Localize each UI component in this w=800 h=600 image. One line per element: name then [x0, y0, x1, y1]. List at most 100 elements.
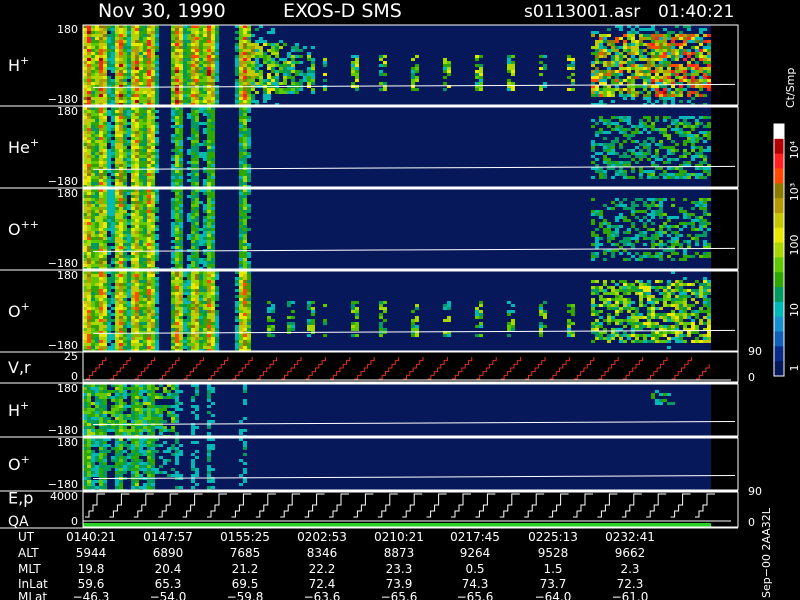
colorbar-label: 10³ — [788, 183, 800, 201]
panel-label-sup: + — [20, 399, 29, 412]
footer-cell: 8873 — [384, 546, 415, 560]
footer-cell: 23.3 — [386, 562, 413, 576]
panel-group: H+180−180He+180−180O++180−180O+180−180V,… — [0, 23, 762, 530]
footer-cell: 74.3 — [462, 577, 489, 591]
colorbar-swatch — [774, 227, 784, 244]
panel-label-main: O — [8, 220, 21, 239]
colorbar-swatch — [774, 198, 784, 214]
panel-label-sup: ++ — [21, 218, 39, 231]
panel-label-main: H — [8, 56, 20, 75]
colorbar-swatch — [774, 212, 784, 229]
right-tick-bottom: 0 — [748, 371, 755, 384]
footer-cell: −63.6 — [304, 590, 341, 600]
footer-cell: 65.3 — [155, 577, 182, 591]
energy-step-trace — [85, 493, 715, 518]
colorbar-label: 10⁴ — [788, 140, 800, 159]
footer-cell: 19.8 — [78, 562, 105, 576]
panel-label-main: O — [8, 302, 21, 321]
panel-3: O++180−180 — [0, 187, 739, 271]
colorbar-swatch — [774, 183, 784, 199]
colorbar-label: 1 — [788, 365, 800, 372]
y-tick-top: 25 — [64, 350, 78, 363]
velocity-trace — [86, 357, 710, 380]
panel-label-sup: + — [20, 54, 29, 67]
panel-label-2: QA — [8, 514, 29, 530]
footer-cell: 0217:45 — [450, 530, 500, 544]
footer-cell: −65.6 — [457, 590, 494, 600]
panel-label: E,p — [8, 489, 33, 508]
footer-cell: −59.8 — [227, 590, 264, 600]
footer-row-label: MLT — [18, 562, 41, 576]
footer-row-label: UT — [18, 530, 35, 544]
footer-table: UT ALT MLTInLatMLat 0140:21 5944 19.859.6−46.… — [18, 530, 655, 600]
colorbar-swatch — [774, 361, 784, 377]
colorbar-swatch — [774, 242, 784, 258]
header-file: s0113001.asr — [524, 2, 640, 22]
footer-cell: 0155:25 — [220, 530, 270, 544]
colorbar-swatch — [774, 257, 784, 273]
panel-label: O++ — [8, 218, 39, 239]
panel-label: H+ — [8, 399, 29, 420]
footer-cell: 6890 — [153, 546, 184, 560]
panel-7: O+180−180 — [0, 436, 739, 492]
panel-label-main: He — [8, 138, 30, 157]
header-time: 01:40:21 — [658, 2, 734, 22]
footer-cell: 72.3 — [617, 577, 644, 591]
y-tick-top: 180 — [57, 436, 78, 449]
footer-cell: 9528 — [538, 546, 569, 560]
panel-2: He+180−180 — [0, 105, 739, 189]
panel-4: O+180−180 — [0, 269, 739, 353]
footer-stamp: Sep−00 2AA32L — [760, 507, 773, 598]
y-tick-top: 4000 — [50, 490, 78, 503]
header-instrument: EXOS-D SMS — [283, 0, 402, 22]
footer-cell: −61.0 — [612, 590, 649, 600]
right-tick-top: 90 — [748, 485, 762, 498]
footer-cell: 72.4 — [309, 577, 336, 591]
panel-label: O+ — [8, 453, 30, 474]
y-tick-top: 180 — [57, 105, 78, 118]
colorbar: Ct/Smp 10⁴ 10³ 100 10 1 — [773, 68, 800, 377]
footer-row-label: ALT — [18, 546, 39, 560]
colorbar-label: 100 — [788, 235, 800, 256]
panel-label: H+ — [8, 54, 29, 75]
footer-cell: 59.6 — [78, 577, 105, 591]
footer-cell: −46.3 — [73, 590, 110, 600]
footer-cell: 0232:41 — [605, 530, 655, 544]
footer-cell: 0140:21 — [66, 530, 116, 544]
colorbar-label: 10 — [788, 303, 800, 317]
colorbar-swatch — [774, 331, 784, 347]
footer-row-label: InLat — [18, 577, 48, 591]
colorbar-swatch — [774, 138, 784, 155]
panel-label: V,r — [8, 358, 31, 377]
panel-label-main: H — [8, 401, 20, 420]
footer-cell: 73.9 — [386, 577, 413, 591]
colorbar-swatch — [774, 301, 784, 318]
panel-label: O+ — [8, 300, 30, 321]
colorbar-title: Ct/Smp — [784, 68, 797, 108]
panel-label: He+ — [8, 136, 39, 157]
footer-cell: 0210:21 — [374, 530, 424, 544]
panel-6: H+180−180 — [0, 382, 739, 438]
footer-cell: 69.5 — [232, 577, 259, 591]
panel-label-main: E,p — [8, 489, 33, 508]
y-tick-top: 180 — [57, 269, 78, 282]
panel-8: E,p QA 4000 0 90 0 — [0, 485, 762, 530]
y-tick-top: 180 — [57, 382, 78, 395]
footer-cell: 0225:13 — [528, 530, 578, 544]
footer-cell: 2.3 — [620, 562, 639, 576]
panel-label-sup: + — [30, 136, 39, 149]
footer-cell: 9264 — [460, 546, 491, 560]
panel-label-main: O — [8, 455, 21, 474]
panel-label-main: V,r — [8, 358, 31, 377]
footer-cell: 21.2 — [232, 562, 259, 576]
footer-cell: 0.5 — [465, 562, 484, 576]
footer-cell: 8346 — [307, 546, 338, 560]
right-tick-top: 90 — [748, 345, 762, 358]
y-tick-top: 180 — [57, 23, 78, 36]
header-date: Nov 30, 1990 — [98, 0, 226, 22]
footer-cell: −64.0 — [535, 590, 572, 600]
spectrogram-figure: Nov 30, 1990 EXOS-D SMS s0113001.asr 01:… — [0, 0, 800, 600]
footer-cell: 7685 — [230, 546, 261, 560]
panel-frame — [82, 351, 739, 383]
colorbar-swatch — [774, 316, 784, 333]
